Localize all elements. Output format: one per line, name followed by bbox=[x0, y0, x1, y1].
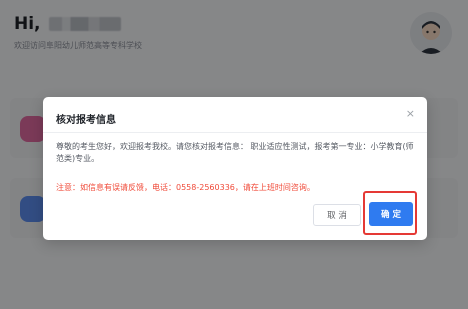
divider bbox=[43, 132, 427, 133]
cancel-button[interactable]: 取 消 bbox=[313, 204, 361, 226]
dialog-title: 核对报考信息 bbox=[56, 115, 116, 126]
confirm-button[interactable]: 确 定 bbox=[369, 202, 413, 226]
dialog-message: 尊敬的考生您好，欢迎报考我校。请您核对报考信息： 职业适应性测试，报考第一专业：… bbox=[56, 142, 414, 163]
confirm-info-dialog: 核对报考信息 × 尊敬的考生您好，欢迎报考我校。请您核对报考信息： 职业适应性测… bbox=[43, 97, 427, 240]
close-icon[interactable]: × bbox=[406, 108, 415, 119]
dialog-notice: 注意：如信息有误请反馈，电话：0558-2560336，请在上班时间咨询。 bbox=[56, 183, 315, 192]
